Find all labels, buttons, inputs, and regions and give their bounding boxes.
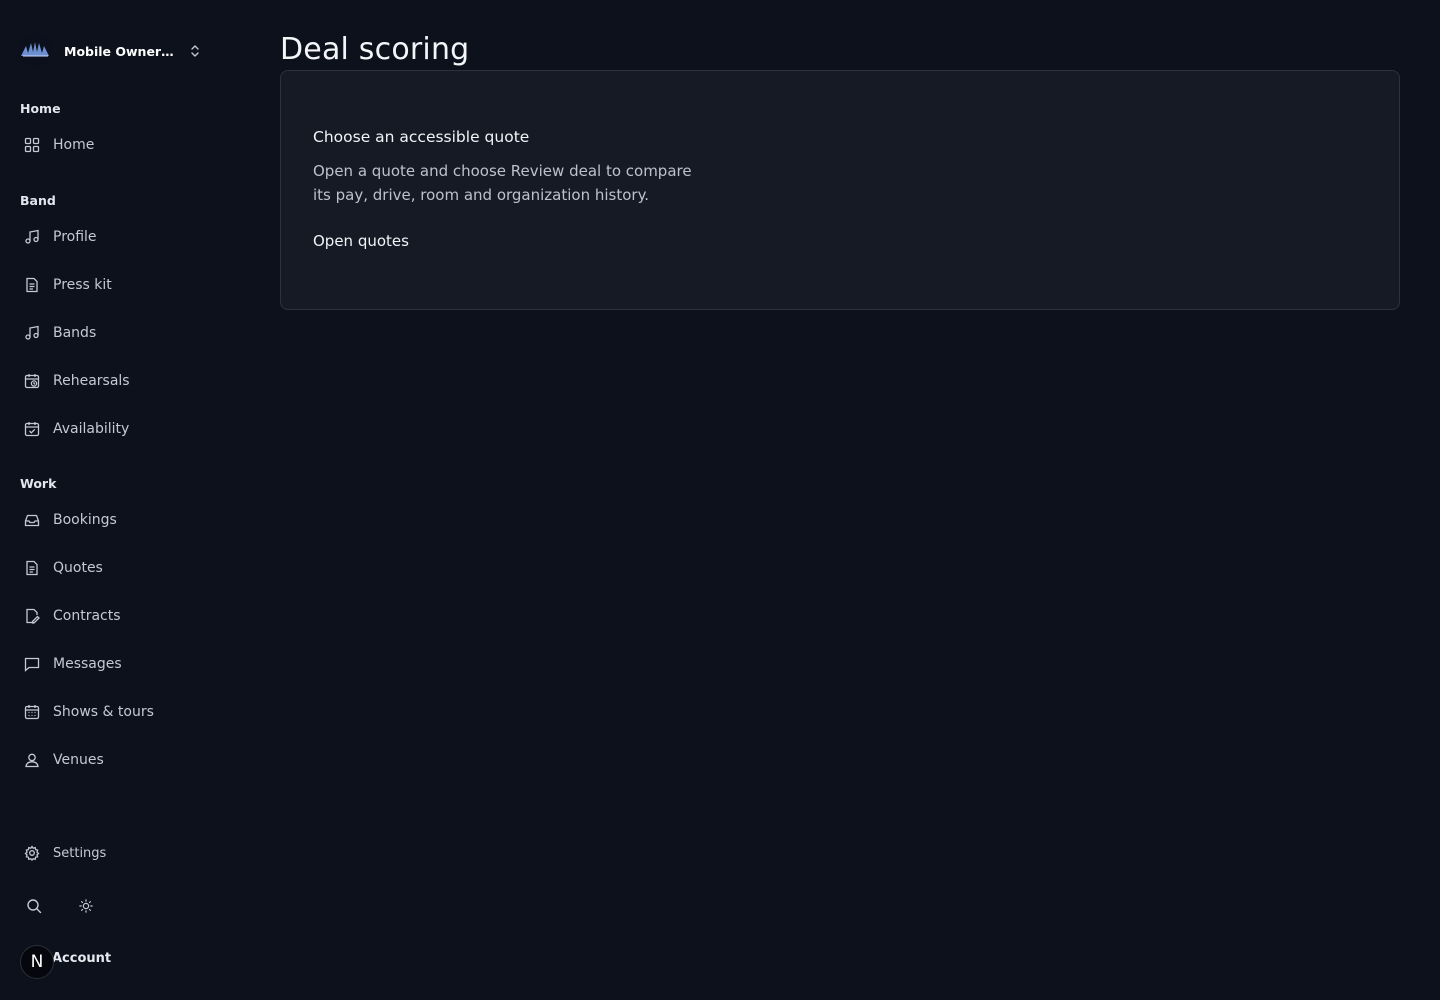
sidebar-item-label: Shows & tours: [53, 704, 154, 720]
sidebar-item-bookings[interactable]: Bookings: [20, 502, 220, 538]
page-title: Deal scoring: [280, 32, 470, 67]
user-pin-icon: [20, 751, 46, 769]
sidebar-item-label: Venues: [53, 752, 104, 768]
sidebar-item-settings[interactable]: Settings: [20, 835, 220, 871]
sidebar-item-venues[interactable]: Venues: [20, 742, 220, 778]
account-label: Account: [52, 950, 112, 966]
document-icon: [20, 559, 46, 577]
section-label-work: Work: [20, 476, 57, 491]
section-label-band: Band: [20, 193, 56, 208]
sidebar-item-rehearsals[interactable]: Rehearsals: [20, 363, 220, 399]
calendar-check-icon: [20, 420, 46, 438]
open-quotes-link[interactable]: Open quotes: [313, 232, 409, 250]
sidebar-item-label: Bookings: [53, 512, 117, 528]
sidebar-item-label: Profile: [53, 229, 97, 245]
card-description: Open a quote and choose Review deal to c…: [313, 162, 692, 204]
sidebar-item-press-kit[interactable]: Press kit: [20, 267, 220, 303]
calendar-grid-icon: [20, 703, 46, 721]
account-menu[interactable]: N Account: [20, 944, 111, 980]
sidebar-item-label: Home: [53, 137, 95, 153]
sidebar-item-label: Bands: [53, 325, 97, 341]
sidebar-item-home[interactable]: Home: [20, 127, 220, 163]
avatar: N: [20, 945, 54, 979]
sidebar-item-quotes[interactable]: Quotes: [20, 550, 220, 586]
section-label-home: Home: [20, 101, 61, 116]
org-logo: [18, 34, 52, 68]
document-icon: [20, 276, 46, 294]
sidebar-item-label: Availability: [53, 421, 130, 437]
calendar-clock-icon: [20, 372, 46, 390]
sidebar-item-label: Quotes: [53, 560, 103, 576]
sidebar-item-profile[interactable]: Profile: [20, 219, 220, 255]
grid-icon: [20, 136, 46, 154]
sidebar-item-label: Contracts: [53, 608, 121, 624]
music-note-icon: [20, 228, 46, 246]
sun-icon: [79, 899, 93, 913]
sidebar-item-shows-tours[interactable]: Shows & tours: [20, 694, 220, 730]
inbox-icon: [20, 511, 46, 529]
theme-toggle-button[interactable]: [72, 892, 100, 920]
music-note-icon: [20, 324, 46, 342]
sidebar-item-label: Rehearsals: [53, 373, 130, 389]
card-title: Choose an accessible quote: [313, 128, 530, 146]
sidebar-item-label: Messages: [53, 656, 122, 672]
sidebar-item-label: Settings: [53, 845, 107, 861]
chevron-up-down-icon[interactable]: [188, 44, 202, 58]
search-icon: [26, 898, 42, 914]
sidebar-item-bands[interactable]: Bands: [20, 315, 220, 351]
sidebar-item-messages[interactable]: Messages: [20, 646, 220, 682]
sidebar: Mobile Owner Records Home Home Band Prof…: [0, 0, 240, 1000]
search-button[interactable]: [20, 892, 48, 920]
gear-icon: [20, 844, 46, 862]
org-switcher[interactable]: Mobile Owner Records: [18, 34, 214, 68]
message-icon: [20, 655, 46, 673]
sidebar-item-label: Press kit: [53, 277, 112, 293]
sidebar-item-contracts[interactable]: Contracts: [20, 598, 220, 634]
document-edit-icon: [20, 607, 46, 625]
sidebar-item-availability[interactable]: Availability: [20, 411, 220, 447]
empty-state-card: Choose an accessible quote Open a quote …: [280, 70, 1400, 310]
org-name: Mobile Owner Records: [64, 43, 176, 59]
